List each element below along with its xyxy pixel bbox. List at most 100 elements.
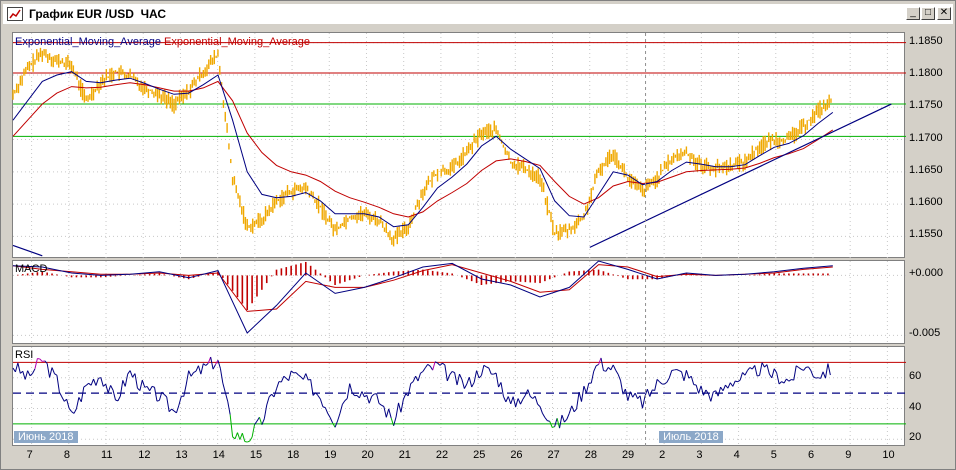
ema-fast-line: [12, 71, 834, 228]
rsi-line-segment: [156, 399, 160, 402]
rsi-line-segment: [700, 385, 704, 396]
rsi-line-segment: [56, 375, 60, 393]
rsi-line-segment: [349, 383, 353, 393]
rsi-line-segment: [468, 377, 473, 388]
minimize-button[interactable]: _: [906, 7, 920, 20]
close-button[interactable]: ✕: [937, 7, 951, 20]
month-tag-june: Июнь 2018: [14, 431, 78, 443]
rsi-line-segment: [735, 380, 738, 383]
rsi-line-segment: [466, 377, 470, 385]
rsi-line-segment: [520, 398, 524, 405]
rsi-line-segment: [583, 385, 587, 394]
rsi-line-segment: [585, 382, 590, 394]
rsi-line-segment: [678, 370, 682, 373]
rsi-line-segment: [305, 373, 309, 381]
rsi-line-segment: [256, 416, 260, 422]
rsi-line-segment: [695, 384, 700, 394]
macd-chart: [12, 260, 906, 345]
rsi-line-segment: [544, 417, 548, 421]
rsi-line-segment: [749, 367, 753, 370]
rsi-line-segment: [461, 379, 465, 389]
rsi-line-segment: [139, 380, 143, 391]
rsi-line-segment: [195, 365, 199, 372]
rsi-line-segment: [319, 398, 324, 407]
time-axis: 7 8 11 12 13 14 15 18 19 20 21 22 25 26 27 28 29 2 3 4 5 6 9 10: [12, 447, 905, 465]
rsi-line-segment: [241, 433, 246, 442]
rsi-line-segment: [107, 385, 112, 393]
rsi-line-segment: [685, 370, 690, 379]
rsi-line-segment: [759, 362, 763, 376]
rsi-line-segment: [75, 397, 80, 409]
title-bar[interactable]: График EUR /USD ЧАС _ □ ✕: [3, 4, 953, 24]
rsi-line-segment: [212, 364, 216, 370]
x-tick-label: 12: [138, 449, 151, 461]
rsi-line-segment: [827, 363, 831, 376]
y-tick-label: 1.1600: [909, 196, 943, 209]
rsi-line-segment: [720, 386, 724, 392]
x-tick-label: 8: [63, 449, 70, 461]
rsi-line-segment: [222, 383, 226, 393]
trend-line-left: [12, 244, 43, 257]
chart-icon-glyph: [9, 9, 21, 19]
rsi-line-segment: [442, 362, 446, 366]
rsi-line-segment: [385, 408, 390, 418]
rsi-line-segment: [437, 362, 441, 366]
rsi-line-segment: [505, 396, 509, 403]
price-pane[interactable]: Exponential_Moving_Average Exponential_M…: [12, 32, 906, 259]
rsi-line-segment: [68, 408, 72, 412]
rsi-line-segment: [739, 372, 744, 381]
x-tick-label: 6: [807, 449, 815, 461]
maximize-button[interactable]: □: [921, 7, 935, 20]
macd-scale: +0.000 -0.005: [905, 260, 955, 344]
rsi-line-segment: [629, 391, 634, 398]
rsi-line-segment: [488, 367, 492, 375]
rsi-line-segment: [742, 372, 746, 376]
rsi-line-segment: [83, 384, 87, 388]
rsi-line-segment: [371, 393, 375, 397]
rsi-pane[interactable]: RSI: [12, 346, 906, 447]
rsi-line-segment: [573, 408, 578, 413]
rsi-line-segment: [144, 385, 148, 388]
y-tick-label: 1.1700: [909, 131, 943, 144]
rsi-line-segment: [390, 417, 395, 426]
rsi-line-segment: [122, 380, 126, 387]
rsi-line-segment: [249, 436, 253, 442]
rsi-line-segment: [593, 365, 597, 372]
rsi-line-segment: [617, 374, 621, 381]
rsi-line-segment: [327, 413, 331, 418]
rsi-line-segment: [615, 369, 619, 375]
rsi-line-segment: [620, 380, 624, 395]
rsi-line-segment: [429, 365, 434, 371]
rsi-line-segment: [642, 396, 646, 409]
rsi-line-segment: [451, 371, 455, 374]
y-tick-label: 1.1750: [909, 99, 943, 112]
rsi-line-segment: [610, 364, 614, 371]
rsi-line-segment: [112, 390, 116, 401]
rsi-line-segment: [456, 373, 460, 386]
rsi-line-segment: [381, 404, 385, 407]
macd-pane[interactable]: MACD: [12, 260, 906, 345]
rsi-line-segment: [266, 396, 270, 406]
rsi-line-segment: [141, 379, 146, 388]
y-tick-label: 1.1550: [909, 228, 943, 241]
rsi-line-segment: [795, 365, 799, 368]
rsi-line-segment: [659, 381, 663, 385]
rsi-line-segment: [329, 417, 334, 424]
rsi-line-segment: [581, 386, 585, 402]
macd-label: MACD: [15, 263, 48, 275]
rsi-line-segment: [664, 381, 668, 385]
y-tick-label: 20: [909, 431, 922, 444]
rsi-line-segment: [361, 391, 365, 398]
rsi-line-segment: [510, 396, 514, 405]
rsi-line-segment: [117, 395, 121, 402]
rsi-line-segment: [427, 363, 431, 367]
rsi-line-segment: [681, 371, 685, 381]
rsi-line-segment: [783, 378, 787, 384]
rsi-line-segment: [358, 391, 363, 399]
rsi-line-segment: [85, 382, 89, 386]
rsi-line-segment: [324, 407, 329, 414]
rsi-line-segment: [646, 389, 651, 397]
rsi-line-segment: [188, 370, 192, 377]
x-tick-label: 21: [398, 449, 411, 461]
rsi-line-segment: [298, 374, 302, 378]
